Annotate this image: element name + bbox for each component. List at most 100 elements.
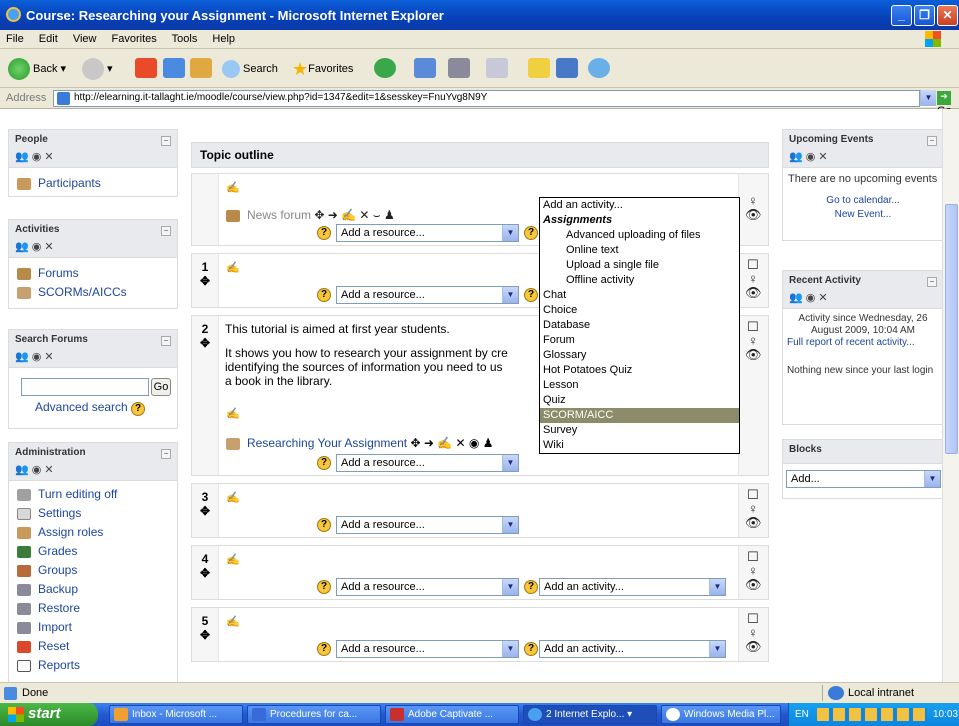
scrollbar-thumb[interactable] [945,204,958,454]
window-title-bar[interactable]: Course: Researching your Assignment - Mi… [0,0,959,30]
research-icon[interactable] [556,58,578,78]
close-button[interactable]: ✕ [937,5,958,26]
favorites-button[interactable]: ★Favorites [292,57,353,81]
block-controls[interactable]: 👥 ◉ ✕ [15,240,54,253]
taskbar-item-inbox[interactable]: Inbox - Microsoft ... [109,705,243,724]
section-visibility-icons[interactable]: ♀ 👁 [745,194,762,222]
collapse-icon[interactable]: − [161,226,171,236]
admin-grades[interactable]: Grades [38,544,77,558]
section-control-icons[interactable]: ☐ ♀ 👁 [745,550,762,592]
new-event-link[interactable]: New Event... [835,209,892,220]
dropdown-option[interactable]: Wiki [540,438,739,453]
print-icon[interactable] [448,58,470,78]
add-resource-select[interactable]: Add a resource... ▼ [336,224,519,242]
block-controls[interactable]: 👥 ◉ ✕ [789,150,828,163]
admin-reset[interactable]: Reset [38,639,69,653]
mail-icon[interactable] [414,58,436,78]
edit-icon[interactable] [486,58,508,78]
section-control-icons[interactable]: ☐ ♀ 👁 [745,488,762,530]
full-report-link[interactable]: Full report of recent activity... [787,337,915,348]
dropdown-option[interactable]: Add an activity... [540,198,739,213]
edit-summary-icon[interactable]: ✍ [226,615,240,628]
block-controls[interactable]: 👥 ◉ ✕ [15,150,54,163]
forward-button[interactable]: ▾ [82,57,113,81]
admin-import[interactable]: Import [38,620,72,634]
menu-file[interactable]: File [6,33,24,45]
collapse-icon[interactable]: − [161,136,171,146]
taskbar-item-internet-explorer[interactable]: 2 Internet Explo... ▾ [523,705,657,724]
section-control-icons[interactable]: ☐ ♀ 👁 [745,320,762,362]
collapse-icon[interactable]: − [927,136,937,146]
dropdown-option[interactable]: Choice [540,303,739,318]
dropdown-option[interactable]: Hot Potatoes Quiz [540,363,739,378]
advanced-search-link[interactable]: Advanced search [35,400,128,414]
add-resource-select[interactable]: Add a resource... ▼ [336,286,519,304]
dropdown-option[interactable]: Quiz [540,393,739,408]
activity-controls[interactable]: ✥ ➜ ✍ ✕ ⌣ ♟ [314,208,394,222]
help-icon[interactable]: ? [131,402,146,416]
taskbar-item-media-player[interactable]: Windows Media Pl... [661,705,781,724]
help-icon[interactable]: ? [317,456,331,470]
add-resource-select[interactable]: Add a resource... ▼ [336,640,519,658]
taskbar-item-procedures[interactable]: Procedures for ca... [247,705,381,724]
start-button[interactable]: start [0,703,98,726]
address-dropdown[interactable]: ▼ [920,90,936,107]
scorms-link[interactable]: SCORMs/AICCs [38,285,127,299]
activity-controls[interactable]: ✥ ➜ ✍ ✕ ◉ ♟ [410,436,493,450]
edit-summary-icon[interactable]: ✍ [226,491,240,504]
admin-assign-roles[interactable]: Assign roles [38,525,103,539]
edit-summary-icon[interactable]: ✍ [226,261,240,274]
add-activity-select[interactable]: Add an activity...▼ [539,578,726,596]
maximize-button[interactable]: ❐ [914,5,935,26]
help-icon[interactable]: ? [317,226,331,240]
admin-turn-editing-off[interactable]: Turn editing off [38,487,117,501]
search-forums-input[interactable] [21,378,149,396]
move-icon[interactable]: ✥ [200,336,210,350]
help-icon[interactable]: ? [524,580,538,594]
language-indicator[interactable]: EN [795,703,809,726]
block-controls[interactable]: 👥 ◉ ✕ [789,291,828,304]
search-button[interactable]: Search [222,57,278,81]
block-controls[interactable]: 👥 ◉ ✕ [15,463,54,476]
help-icon[interactable]: ? [317,580,331,594]
vertical-scrollbar[interactable] [942,109,959,682]
home-icon[interactable] [190,58,212,78]
news-forum-link[interactable]: News forum [247,208,311,222]
back-button[interactable]: Back ▾ [8,57,66,81]
edit-summary-icon[interactable]: ✍ [226,553,240,566]
dropdown-option[interactable]: Upload a single file [540,258,739,273]
edit-summary-icon[interactable]: ✍ [226,181,240,194]
edit-summary-icon[interactable]: ✍ [226,407,240,420]
add-block-select[interactable]: Add... ▼ [786,470,941,488]
add-resource-select[interactable]: Add a resource... ▼ [336,578,519,596]
refresh-icon[interactable] [163,58,185,78]
move-icon[interactable]: ✥ [200,628,210,642]
section-control-icons[interactable]: ☐ ♀ 👁 [745,258,762,300]
messenger-icon[interactable] [588,58,610,78]
dropdown-option[interactable]: Database [540,318,739,333]
menu-view[interactable]: View [73,33,97,45]
add-resource-select[interactable]: Add a resource... ▼ [336,516,519,534]
admin-backup[interactable]: Backup [38,582,78,596]
help-icon[interactable]: ? [524,226,538,240]
tray-icons[interactable] [817,708,927,721]
help-icon[interactable]: ? [524,642,538,656]
folder-icon[interactable] [528,58,550,78]
dropdown-option[interactable]: Forum [540,333,739,348]
dropdown-option[interactable]: Glossary [540,348,739,363]
help-icon[interactable]: ? [317,518,331,532]
search-go-button[interactable]: Go [151,378,171,396]
help-icon[interactable]: ? [317,288,331,302]
address-input[interactable]: http://elearning.it-tallaght.ie/moodle/c… [53,90,920,107]
dropdown-option[interactable]: Lesson [540,378,739,393]
move-icon[interactable]: ✥ [200,566,210,580]
collapse-icon[interactable]: − [927,277,937,287]
dropdown-option[interactable]: Advanced uploading of files [540,228,739,243]
add-resource-select[interactable]: Add a resource... ▼ [336,454,519,472]
section-control-icons[interactable]: ☐ ♀ 👁 [745,612,762,654]
forums-link[interactable]: Forums [38,266,79,280]
go-to-calendar-link[interactable]: Go to calendar... [826,195,899,206]
collapse-icon[interactable]: − [161,336,171,346]
move-icon[interactable]: ✥ [200,274,210,288]
dropdown-option-selected[interactable]: SCORM/AICC [540,408,739,423]
